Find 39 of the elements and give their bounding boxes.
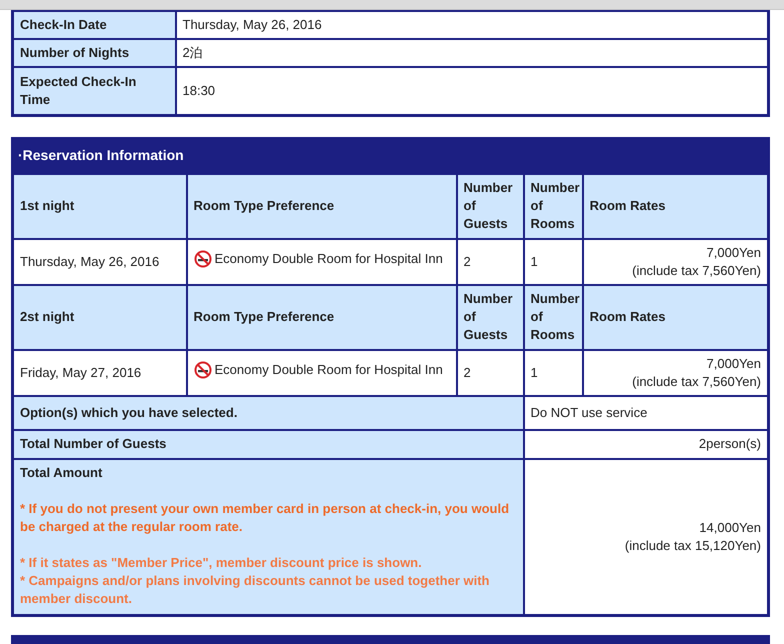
field-label: Number of Nights [12,39,176,67]
field-value: 2person(s) [524,430,768,458]
rate-with-tax: (include tax 7,560Yen) [631,262,761,280]
field-label: Check-In Date [12,11,176,39]
rate-with-tax: (include tax 7,560Yen) [631,372,761,390]
total-amount: 14,000Yen [698,518,761,536]
discount-note: * If it states as "Member Price", member discount price is shown. [20,554,423,572]
field-label: Total Number of Guests [12,430,524,458]
field-label: Option(s) which you have selected. [12,396,524,430]
section-title: ·Reservation Information [14,140,767,172]
discount-note: * Campaigns and/or plans involving discounts cannot be used together with member discount. [20,572,490,608]
column-heading: Room Rates [582,174,768,238]
room-rate: 7,000Yen [706,244,761,262]
room-type: Economy Double Room for Hospital Inn [214,250,443,268]
member-card-notice: * If you do not present your own member card in person at check-in, you would be charged at the regular room rate. [20,500,510,536]
date-cell: Friday, May 27, 2016 [12,350,186,396]
field-label: Total Amount [20,464,104,482]
guests-cell: 2 [456,238,524,284]
total-with-tax: (include tax 15,120Yen) [624,536,761,554]
night-heading: 2st night [12,284,186,350]
field-value: Thursday, May 26, 2016 [176,11,768,39]
night-heading: 1st night [12,174,186,238]
field-label: Expected Check-In Time [12,67,176,116]
field-value: 18:30 [176,67,768,116]
column-heading: Number of Guests [456,174,524,238]
column-heading: Number of Rooms [524,174,583,238]
rooms-cell: 1 [524,350,583,396]
field-value: Do NOT use service [524,396,768,430]
column-heading: Room Type Preference [186,174,456,238]
guests-cell: 2 [456,350,524,396]
column-heading: Room Rates [582,284,768,350]
room-rate: 7,000Yen [706,354,761,372]
rooms-cell: 1 [524,238,583,284]
column-heading: Number of Guests [456,284,524,350]
field-value: 2泊 [176,39,768,67]
date-cell: Thursday, May 26, 2016 [12,238,186,284]
column-heading: Room Type Preference [186,284,456,350]
room-type: Economy Double Room for Hospital Inn [214,361,443,379]
column-heading: Number of Rooms [524,284,583,350]
